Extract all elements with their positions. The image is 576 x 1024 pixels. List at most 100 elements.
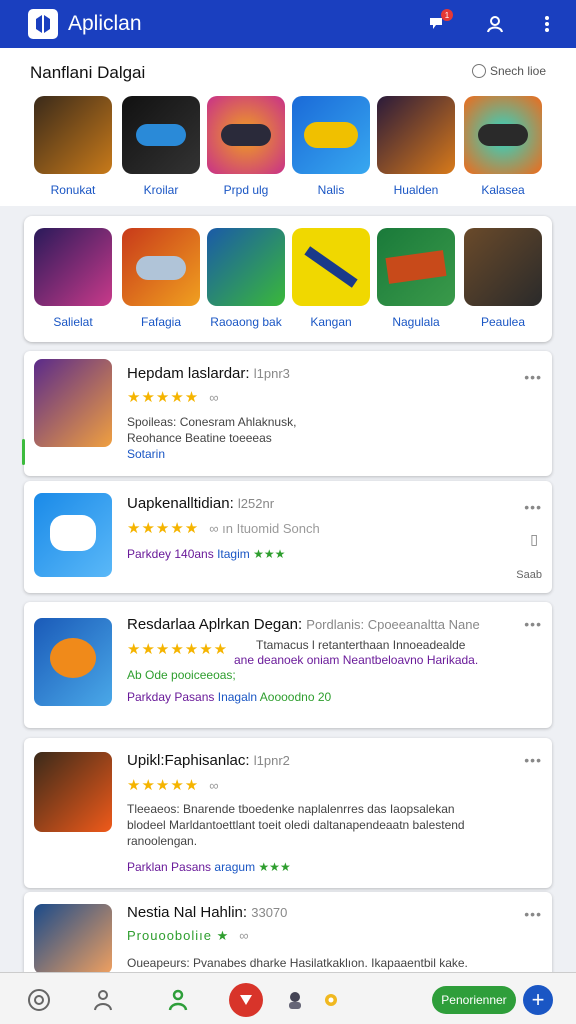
tag-row: Parkday Pasans Inagaln Aoooodno 20	[127, 690, 332, 704]
tile-label: Ronukat	[50, 183, 96, 197]
description-line: ranoolengan.	[127, 834, 198, 848]
description-line: Oueapeurs: Pvanabes dharke Hasilatkaklıo…	[127, 956, 468, 970]
app-title: Uapkenalltidian: l252nr	[127, 495, 275, 512]
bottom-navigation: Penorienner +	[0, 972, 576, 1024]
featured-tile[interactable]: Fafagia	[121, 228, 201, 329]
featured-tile[interactable]: Kangan	[291, 228, 371, 329]
rating-stars: Prouooboliıe ★ ∞	[127, 928, 249, 943]
tile-label: Nagulala	[392, 315, 440, 329]
app-logo-icon[interactable]	[28, 9, 58, 39]
rating-stars: ★★★★★ ∞	[127, 389, 219, 406]
more-vert-icon[interactable]	[535, 12, 559, 36]
app-bar: Aplicl­an 1	[0, 0, 576, 48]
game-thumbnail	[34, 359, 112, 447]
description-line: Ab Ode pooiceeoas;	[127, 668, 236, 682]
bookmark-icon[interactable]: ▯	[530, 531, 538, 548]
game-thumbnail	[34, 96, 112, 174]
people-icon[interactable]	[165, 987, 191, 1013]
app-list-card[interactable]: Resdarlaa Aplrkan Degan: Pordlanis: Cpoe…	[24, 602, 552, 728]
featured-tile[interactable]: Salielat	[33, 228, 113, 329]
tile-label: Kangan	[310, 315, 352, 329]
featured-tile[interactable]: Kroilar	[121, 96, 201, 197]
tile-label: Raoaong bak	[210, 315, 282, 329]
gamepad-icon	[292, 96, 370, 174]
app-title: Upikl:Faphisanlac: l1pnr2	[127, 752, 290, 769]
game-thumbnail	[34, 752, 112, 832]
see-all-label: Snech lioe	[489, 64, 546, 78]
description-line: blodeel Marldantoettlant toeit oledi dal…	[127, 818, 465, 832]
gamepad-icon	[122, 96, 200, 174]
add-fab-button[interactable]: +	[523, 985, 553, 1015]
app-title: Nestia Nal Hahlin: 33070	[127, 904, 288, 921]
section-title: Nanflani Dalgai	[30, 63, 146, 82]
rating-stars: ★★★★★ ∞	[127, 777, 219, 794]
app-list-card[interactable]: Hepdam laslardar: l1pnr3 ★★★★★ ∞ Spoileas…	[22, 351, 552, 476]
profile-icon[interactable]	[483, 12, 507, 36]
settings-icon[interactable]	[318, 987, 344, 1013]
game-thumbnail	[34, 904, 112, 974]
cta-button[interactable]: Penorienner	[432, 986, 516, 1014]
tag-row: Parklan Pasans aragum ★★★	[127, 860, 291, 874]
game-thumbnail	[464, 228, 542, 306]
featured-tile[interactable]: Peaulea	[463, 228, 543, 329]
featured-tile[interactable]: Nalis	[291, 96, 371, 197]
more-options-icon[interactable]: •••	[524, 752, 542, 768]
tag-row: Parkdey 140ans Itagim ★★★	[127, 547, 286, 561]
user-icon[interactable]	[90, 987, 116, 1013]
featured-tile[interactable]: Raoaong bak	[206, 228, 286, 329]
description-line: ane deanoek oniam Neantbeloavno Harikada…	[234, 653, 479, 667]
game-thumbnail	[377, 96, 455, 174]
notification-badge: 1	[441, 9, 453, 21]
notification-icon[interactable]: 1	[425, 9, 453, 36]
game-thumbnail	[377, 228, 455, 306]
refresh-icon	[471, 64, 486, 78]
rating-stars: ★★★★★★★	[127, 641, 229, 658]
featured-tile[interactable]: Prpd ulg	[206, 96, 286, 197]
gamepad-icon	[122, 228, 200, 306]
app-title: Resdarlaa Aplrkan Degan: Pordlanis: Cpoe…	[127, 616, 480, 633]
app-title: Aplicl­an	[68, 12, 142, 35]
featured-tile[interactable]: Kalasea	[463, 96, 543, 197]
more-options-icon[interactable]: •••	[524, 499, 542, 515]
tile-label: Prpd ulg	[223, 183, 269, 197]
character-icon	[34, 228, 112, 306]
more-options-icon[interactable]: •••	[524, 616, 542, 632]
featured-tile[interactable]: Ronukat	[33, 96, 113, 197]
featured-tile[interactable]: Nagulala	[376, 228, 456, 329]
description-line: Ttamacus l retanterthaan Innoeadealde	[256, 638, 466, 652]
description-line: Tleeaeos: Bnarende tboedenke naplalenrre…	[127, 802, 455, 816]
side-label: Saab	[516, 569, 542, 581]
tile-label: Peaulea	[480, 315, 526, 329]
section-header: Nanflani Dalgai Snech lioe	[0, 48, 576, 94]
store-icon[interactable]	[229, 983, 263, 1017]
rating-stars: ★★★★★ ∞ ın Ituomid Sonch	[127, 520, 320, 537]
featured-tile[interactable]: Hualden	[376, 96, 456, 197]
app-list-card[interactable]: Nestia Nal Hahlin: 33070 Prouooboliıe ★ ∞…	[24, 892, 552, 976]
description-line: Spoileas: Conesram Ahlaknusk,	[127, 415, 297, 429]
game-thumbnail	[34, 618, 112, 706]
tile-label: Fafagia	[140, 315, 182, 329]
app-list-card[interactable]: Uapkenalltidian: l252nr ★★★★★ ∞ ın Ituomi…	[24, 481, 552, 593]
avatar[interactable]	[282, 987, 308, 1013]
tile-label: Nalis	[317, 183, 345, 197]
featured-grid-row-2: Salielat Fafagia Raoaong bak Kangan Nagu…	[24, 216, 552, 342]
gamepad-icon	[34, 493, 112, 577]
accent-bar	[22, 439, 25, 465]
tile-label: Hualden	[393, 183, 439, 197]
app-title: Hepdam laslardar: l1pnr3	[127, 365, 290, 382]
description-line: Reohance Beatine toeeeas	[127, 431, 272, 445]
character-icon	[207, 228, 285, 306]
category-tag[interactable]: Sotarin	[127, 447, 165, 461]
gamepad-icon	[207, 96, 285, 174]
gamepad-icon	[464, 96, 542, 174]
home-icon[interactable]	[26, 987, 52, 1013]
tile-label: Kalasea	[481, 183, 525, 197]
tile-label: Kroilar	[143, 183, 179, 197]
see-all-link[interactable]: Snech lioe	[471, 64, 546, 78]
controller-icon	[292, 228, 370, 306]
tile-label: Salielat	[53, 315, 93, 329]
app-list-card[interactable]: Upikl:Faphisanlac: l1pnr2 ★★★★★ ∞ Tleeaeo…	[24, 738, 552, 888]
more-options-icon[interactable]: •••	[524, 906, 542, 922]
featured-grid-row-1: Ronukat Kroilar Prpd ulg Nalis Hualden K…	[0, 94, 576, 206]
more-options-icon[interactable]: •••	[524, 369, 542, 385]
